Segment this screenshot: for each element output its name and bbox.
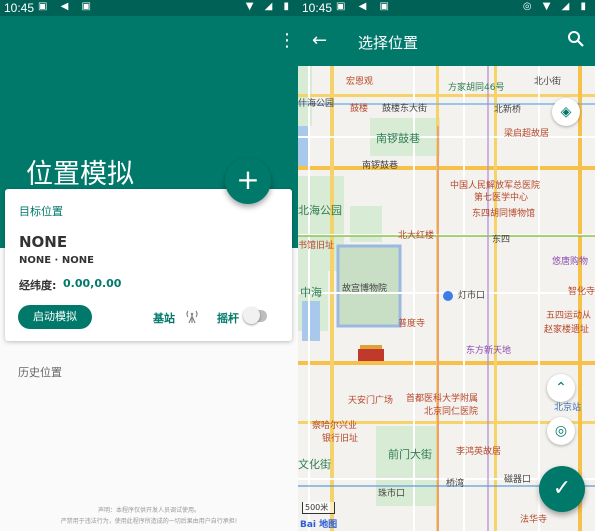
map-poi[interactable]: 第七医学中心 xyxy=(474,190,528,203)
location-sim-screen: 10:45 ▣ ◀ ▣ ▼ ◢ ▮ ⋮ 位置模拟 + 目标位置 NONE NON… xyxy=(0,0,298,531)
layers-button[interactable]: ◈ xyxy=(552,98,580,126)
map-poi[interactable]: 鼓楼 xyxy=(350,101,368,114)
map-poi[interactable]: 南锣鼓巷 xyxy=(362,158,398,171)
start-simulation-button[interactable]: 启动模拟 xyxy=(18,305,92,329)
more-vert-icon[interactable]: ⋮ xyxy=(278,32,296,50)
map-poi[interactable]: 书馆旧址 xyxy=(298,238,334,251)
add-location-button[interactable]: + xyxy=(225,158,271,204)
map-poi[interactable]: 银行旧址 xyxy=(322,431,358,444)
map-poi[interactable]: 赵家楼遗址 xyxy=(544,322,589,335)
toggle-knob xyxy=(243,307,260,324)
map-view[interactable]: 宏恩观 什海公园 鼓楼 鼓楼东大街 方家胡同46号 北新桥 北小街 南锣鼓巷 梁… xyxy=(298,66,595,531)
map-poi[interactable]: 首都医科大学附属 xyxy=(406,391,478,404)
map-poi[interactable]: 方家胡同46号 xyxy=(448,80,504,93)
status-bar: 10:45 ▣ ◀ ▣ ▼ ◢ ▮ xyxy=(0,0,298,16)
map-poi[interactable]: 东四 xyxy=(492,232,510,245)
joystick-toggle[interactable] xyxy=(243,307,267,324)
toolbar-title: 选择位置 xyxy=(358,34,419,52)
coordinate-value: 0.00,0.00 xyxy=(63,277,122,290)
map-poi[interactable]: 五四运动从 xyxy=(546,308,591,321)
map-poi[interactable]: 文化街 xyxy=(298,456,331,472)
system-status-icons: ◎ ▼ ◢ ▮ xyxy=(522,1,590,12)
navigation-icon: ⌃ xyxy=(555,380,567,396)
map-poi[interactable]: 北大红楼 xyxy=(398,228,434,241)
layers-icon: ◈ xyxy=(560,104,572,120)
history-section-label: 历史位置 xyxy=(18,366,62,379)
map-poi[interactable]: 珠市口 xyxy=(378,486,405,499)
map-poi[interactable]: 察哈尔兴业 xyxy=(312,418,357,431)
map-poi[interactable]: 悠唐购物 xyxy=(552,254,588,267)
map-poi[interactable]: 磁器口 xyxy=(504,472,531,485)
map-poi[interactable]: 普度寺 xyxy=(398,316,425,329)
target-location-card: 目标位置 NONE NONE · NONE 经纬度: 0.00,0.00 启动模… xyxy=(5,189,292,341)
map-poi[interactable]: 北新桥 xyxy=(494,102,521,115)
map-poi[interactable]: 北小街 xyxy=(534,74,561,87)
status-bar: 10:45 ▣ ◀ ▣ ◎ ▼ ◢ ▮ xyxy=(298,0,595,16)
map-canvas xyxy=(298,66,595,531)
add-icon: + xyxy=(236,163,260,196)
confirm-location-button[interactable]: ✓ xyxy=(539,466,585,512)
status-time: 10:45 xyxy=(4,1,35,15)
coordinate-label: 经纬度: xyxy=(19,279,57,292)
map-picker-screen: 10:45 ▣ ◀ ▣ ◎ ▼ ◢ ▮ ← 选择位置 宏恩观 什海公园 鼓楼 鼓… xyxy=(298,0,595,531)
status-time: 10:45 xyxy=(302,1,333,15)
map-poi[interactable]: 故宫博物院 xyxy=(342,281,387,294)
disclaimer-line-2: 严禁用于违法行为，使用此程序所造成的一切后果由用户自行承担! xyxy=(60,518,238,525)
map-poi[interactable]: 北京站 xyxy=(554,400,581,413)
map-poi[interactable]: 北京同仁医院 xyxy=(424,404,478,417)
map-poi[interactable]: 前门大街 xyxy=(388,446,432,462)
map-poi[interactable]: 梁启超故居 xyxy=(504,126,549,139)
map-poi[interactable]: 智化寺 xyxy=(568,284,595,297)
map-poi[interactable]: 东方新天地 xyxy=(466,343,511,356)
disclaimer-line-1: 声明：本程序仅供开发人员调试使用。 xyxy=(97,507,200,514)
system-status-icons: ▼ ◢ ▮ xyxy=(245,1,293,12)
map-brand-logo: Bai 地图 xyxy=(300,520,338,530)
arrow-back-icon[interactable]: ← xyxy=(312,30,327,51)
map-poi[interactable]: 南锣鼓巷 xyxy=(376,130,420,146)
map-poi[interactable]: 灯市口 xyxy=(458,288,485,301)
cell-tower-icon[interactable] xyxy=(185,308,199,324)
toolbar: ← 选择位置 xyxy=(298,16,595,66)
location-name: NONE xyxy=(19,233,68,251)
locate-button[interactable]: ◎ xyxy=(547,417,575,445)
check-icon: ✓ xyxy=(552,476,572,501)
notification-icons: ▣ ◀ ▣ xyxy=(336,1,394,12)
heading-button[interactable]: ⌃ xyxy=(547,374,575,402)
target-location-label: 目标位置 xyxy=(19,205,63,218)
location-subtitle: NONE · NONE xyxy=(19,255,94,266)
map-poi[interactable]: 宏恩观 xyxy=(346,74,373,87)
map-poi[interactable]: 天安门广场 xyxy=(348,393,393,406)
my-location-icon: ◎ xyxy=(554,423,568,439)
map-poi[interactable]: 中海 xyxy=(300,284,322,300)
page-title: 位置模拟 xyxy=(26,159,134,190)
map-poi[interactable]: 鼓楼东大街 xyxy=(382,101,427,114)
map-poi[interactable]: 什海公园 xyxy=(298,96,334,109)
joystick-label: 摇杆 xyxy=(217,312,239,325)
map-poi[interactable]: 东四胡同博物馆 xyxy=(472,206,535,219)
map-poi[interactable]: 法华寺 xyxy=(520,512,547,525)
notification-icons: ▣ ◀ ▣ xyxy=(38,1,96,12)
map-poi[interactable]: 北海公园 xyxy=(298,202,342,218)
map-poi[interactable]: 李鸿英故居 xyxy=(456,444,501,457)
search-icon[interactable] xyxy=(567,30,585,48)
cell-station-label: 基站 xyxy=(153,312,175,325)
map-scale: 500米 xyxy=(302,502,336,514)
map-poi[interactable]: 桥湾 xyxy=(446,476,464,489)
